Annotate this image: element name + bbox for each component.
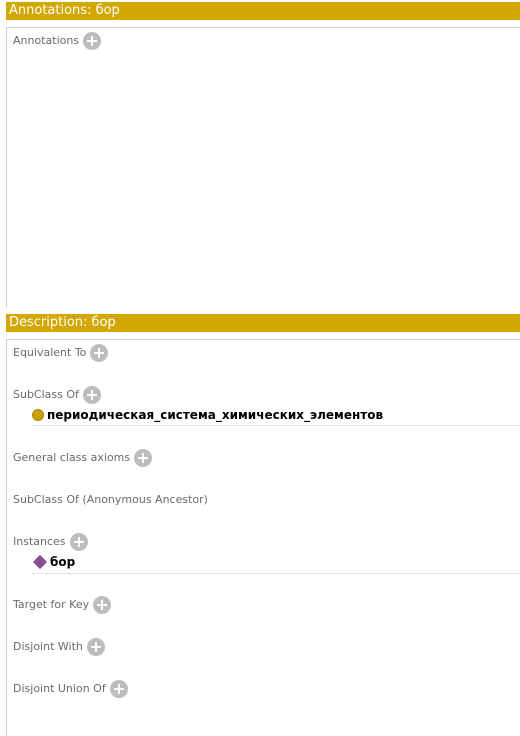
add-instance-button[interactable] <box>69 533 88 551</box>
description-panel: Equivalent To SubClass Of периодическая_… <box>6 339 520 736</box>
add-annotation-button[interactable] <box>83 32 102 50</box>
instances-label: Instances <box>13 535 66 548</box>
subclass-of-anonymous-label: SubClass Of (Anonymous Ancestor) <box>13 493 208 506</box>
equivalent-to-frame: Equivalent To <box>13 342 109 364</box>
subclass-entry-separator <box>32 425 520 426</box>
annotations-header: Annotations: бор <box>6 2 520 20</box>
class-description-view: Annotations: бор Annotations Description… <box>0 0 520 736</box>
class-circle-icon <box>32 409 44 421</box>
instance-entry-separator <box>32 573 520 574</box>
target-for-key-frame: Target for Key <box>13 594 112 616</box>
general-class-axioms-frame: General class axioms <box>13 447 153 469</box>
subclass-entry-label: периодическая_система_химических_элемент… <box>47 408 384 422</box>
annotations-panel: Annotations <box>6 27 520 307</box>
add-disjoint-with-button[interactable] <box>86 638 105 656</box>
general-class-axioms-label: General class axioms <box>13 451 131 464</box>
description-header: Description: бор <box>6 314 520 332</box>
disjoint-with-frame: Disjoint With <box>13 636 105 658</box>
add-target-for-key-button[interactable] <box>93 596 112 614</box>
add-general-class-axiom-button[interactable] <box>134 449 153 467</box>
subclass-of-anonymous-frame: SubClass Of (Anonymous Ancestor) <box>13 489 208 511</box>
instance-entry-label: бор <box>50 555 76 569</box>
annotations-frame: Annotations <box>13 30 102 52</box>
disjoint-with-label: Disjoint With <box>13 640 83 653</box>
annotations-label: Annotations <box>13 34 80 47</box>
instance-entry[interactable]: бор <box>32 553 75 571</box>
subclass-of-label: SubClass Of <box>13 388 79 401</box>
disjoint-union-of-label: Disjoint Union Of <box>13 682 106 695</box>
subclass-of-frame: SubClass Of <box>13 384 101 406</box>
add-subclass-of-button[interactable] <box>82 386 101 404</box>
instances-frame: Instances <box>13 531 88 553</box>
individual-diamond-icon <box>32 554 48 570</box>
equivalent-to-label: Equivalent To <box>13 346 87 359</box>
subclass-entry[interactable]: периодическая_система_химических_элемент… <box>32 406 383 424</box>
target-for-key-label: Target for Key <box>13 598 90 611</box>
add-equivalent-to-button[interactable] <box>90 344 109 362</box>
add-disjoint-union-of-button[interactable] <box>109 680 128 698</box>
disjoint-union-of-frame: Disjoint Union Of <box>13 678 128 700</box>
